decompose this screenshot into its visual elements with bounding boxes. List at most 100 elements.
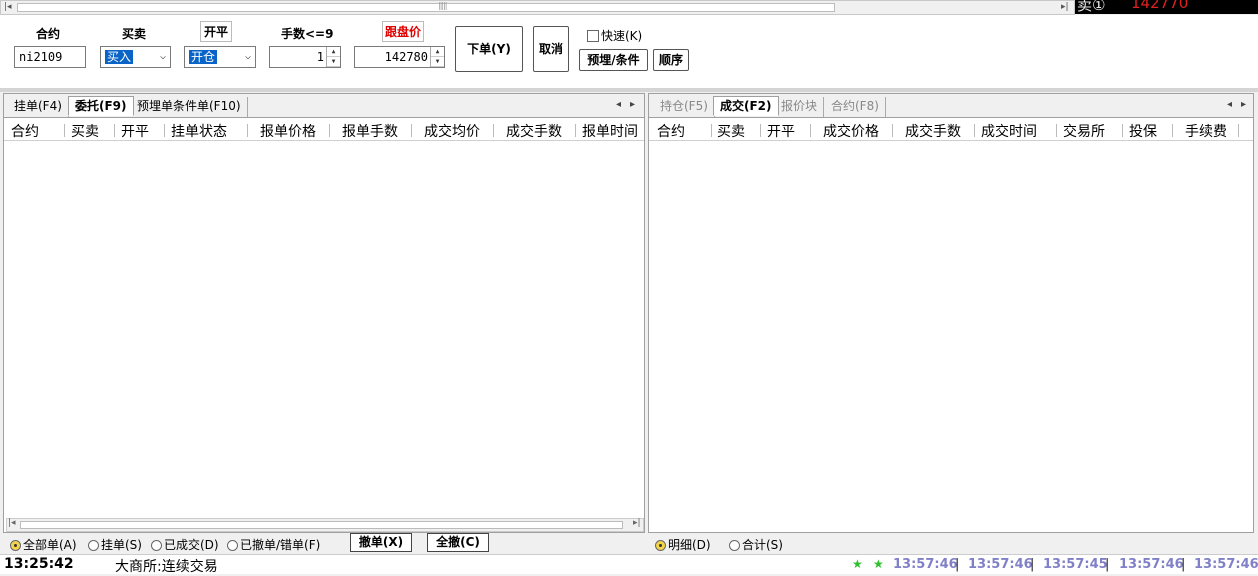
- trades-tabs: 持仓(F5) 成交(F2) 报价块 合约(F8) ◂ ▸: [649, 94, 1253, 118]
- filter-label: 全部单(A): [23, 538, 77, 552]
- server-time: 13:57:46: [1119, 557, 1184, 572]
- spin-up-icon[interactable]: ▲: [327, 47, 340, 57]
- grip-icon: |||||: [438, 1, 448, 10]
- qty-value: 1: [316, 50, 324, 64]
- filter-all-radio[interactable]: 全部单(A): [10, 536, 77, 553]
- radio-off-icon: [729, 540, 740, 551]
- scroll-right-icon[interactable]: ▸|: [1061, 1, 1069, 14]
- col-contract[interactable]: 合约: [657, 121, 685, 141]
- col-status[interactable]: 挂单状态: [171, 121, 227, 141]
- side-select[interactable]: 买入 ⌵: [100, 46, 171, 68]
- spin-down-icon[interactable]: ▼: [431, 57, 444, 67]
- tab-scroll-right-icon[interactable]: ▸: [1241, 99, 1246, 110]
- tab-conditional[interactable]: 预埋单条件单(F10): [131, 97, 248, 117]
- price-stepper[interactable]: 142780 ▲ ▼: [354, 46, 445, 68]
- col-trade-price[interactable]: 成交价格: [823, 121, 879, 141]
- cancel-all-button[interactable]: 全撤(C): [427, 533, 489, 552]
- col-openclose[interactable]: 开平: [121, 121, 149, 141]
- quote-price: 142770: [1131, 0, 1189, 12]
- tab-scroll-right-icon[interactable]: ▸: [630, 99, 635, 110]
- qty-stepper[interactable]: 1 ▲ ▼: [269, 46, 341, 68]
- contract-label: 合约: [36, 27, 61, 41]
- tab-contracts[interactable]: 合约(F8): [825, 97, 886, 117]
- orders-hscrollbar[interactable]: |◂ ▸|: [6, 518, 644, 532]
- filter-label: 已撤单/错单(F): [240, 538, 321, 552]
- top-scrollbar[interactable]: |◂ ||||| ▸|: [0, 0, 1075, 15]
- filter-cancelled-radio[interactable]: 已撤单/错单(F): [227, 536, 320, 553]
- col-hedge[interactable]: 投保: [1129, 121, 1157, 141]
- filter-label: 已成交(D): [164, 538, 219, 552]
- col-order-price[interactable]: 报单价格: [260, 121, 316, 141]
- qty-label: 手数<=9: [281, 27, 334, 41]
- trades-panel: 持仓(F5) 成交(F2) 报价块 合约(F8) ◂ ▸ 合约 买卖 开平 成交…: [648, 93, 1254, 533]
- col-fee[interactable]: 手续费: [1185, 121, 1227, 141]
- divider: [0, 88, 1258, 92]
- col-trade-time[interactable]: 成交时间: [981, 121, 1037, 141]
- col-trade-qty[interactable]: 成交手数: [905, 121, 961, 141]
- side-value: 买入: [105, 50, 134, 64]
- scroll-left-icon[interactable]: |◂: [4, 1, 12, 14]
- spin-up-icon[interactable]: ▲: [431, 47, 444, 57]
- chevron-down-icon: ⌵: [159, 51, 166, 62]
- col-order-time[interactable]: 报单时间: [582, 121, 638, 141]
- col-contract[interactable]: 合约: [11, 121, 39, 141]
- filter-label: 明细(D): [668, 538, 711, 552]
- openclose-label: 开平: [200, 21, 233, 42]
- radio-off-icon: [151, 540, 162, 551]
- tab-positions[interactable]: 持仓(F5): [654, 97, 715, 117]
- col-side[interactable]: 买卖: [71, 121, 99, 141]
- col-order-qty[interactable]: 报单手数: [342, 121, 398, 141]
- cancel-order-button[interactable]: 撤单(X): [350, 533, 412, 552]
- spin-down-icon[interactable]: ▼: [327, 57, 340, 67]
- tab-scroll-left-icon[interactable]: ◂: [1227, 99, 1232, 110]
- quote-side: 卖①: [1077, 0, 1106, 14]
- contract-input[interactable]: ni2109: [14, 46, 86, 68]
- openclose-select[interactable]: 开仓 ⌵: [184, 46, 256, 68]
- col-avg-price[interactable]: 成交均价: [424, 121, 480, 141]
- scrollbar-thumb[interactable]: [20, 521, 623, 529]
- tab-orders[interactable]: 委托(F9): [68, 96, 134, 116]
- star-icon: ★: [852, 557, 863, 571]
- trades-column-header: 合约 买卖 开平 成交价格 成交手数 成交时间 交易所 投保 手续费: [649, 119, 1253, 141]
- radio-off-icon: [227, 540, 238, 551]
- radio-on-icon: [10, 540, 21, 551]
- filter-detail-radio[interactable]: 明细(D): [655, 536, 711, 553]
- order-entry-panel: 合约 ni2109 买卖 买入 ⌵ 开平 开仓 ⌵ 手数<=9 1 ▲ ▼ 跟盘价…: [0, 15, 1258, 88]
- filter-pending-radio[interactable]: 挂单(S): [88, 536, 142, 553]
- orders-column-header: 合约 买卖 开平 挂单状态 报单价格 报单手数 成交均价 成交手数 报单时间: [4, 119, 644, 141]
- scrollbar-thumb[interactable]: |||||: [17, 1, 835, 12]
- server-time: 13:57:46: [1194, 557, 1258, 572]
- chevron-down-icon: ⌵: [244, 51, 251, 62]
- submit-order-button[interactable]: 下单(Y): [455, 26, 523, 72]
- col-filled-qty[interactable]: 成交手数: [506, 121, 562, 141]
- col-openclose[interactable]: 开平: [767, 121, 795, 141]
- radio-off-icon: [88, 540, 99, 551]
- clock: 13:25:42: [4, 556, 74, 572]
- checkbox-icon: [587, 30, 599, 42]
- preset-condition-button[interactable]: 预埋/条件: [579, 49, 648, 71]
- server-time: 13:57:46: [968, 557, 1033, 572]
- quote-ticker: 卖① 142770: [1075, 0, 1258, 14]
- side-label: 买卖: [122, 27, 147, 41]
- price-label: 跟盘价: [382, 21, 425, 42]
- tab-trades[interactable]: 成交(F2): [713, 96, 779, 116]
- scroll-left-icon[interactable]: |◂: [8, 518, 16, 528]
- radio-on-icon: [655, 540, 666, 551]
- orders-tabs: 挂单(F4) 委托(F9) 预埋单条件单(F10) ◂ ▸: [4, 94, 644, 118]
- fast-checkbox[interactable]: 快速(K): [587, 27, 642, 44]
- sequence-button[interactable]: 顺序: [653, 49, 689, 71]
- filter-label: 挂单(S): [101, 538, 142, 552]
- scroll-right-icon[interactable]: ▸|: [633, 518, 641, 528]
- filter-filled-radio[interactable]: 已成交(D): [151, 536, 219, 553]
- tab-quote-block[interactable]: 报价块: [775, 97, 825, 117]
- server-time: 13:57:46: [893, 557, 958, 572]
- status-bar: 13:25:42 大商所:连续交易 ★ ★ 13:57:46 | 13:57:46…: [0, 554, 1258, 575]
- col-side[interactable]: 买卖: [717, 121, 745, 141]
- exchange-status: 大商所:连续交易: [115, 559, 218, 575]
- col-exchange[interactable]: 交易所: [1063, 121, 1105, 141]
- cancel-button[interactable]: 取消: [533, 26, 569, 72]
- tab-pending[interactable]: 挂单(F4): [8, 97, 69, 117]
- price-value: 142780: [384, 50, 428, 64]
- tab-scroll-left-icon[interactable]: ◂: [616, 99, 621, 110]
- filter-total-radio[interactable]: 合计(S): [729, 536, 783, 553]
